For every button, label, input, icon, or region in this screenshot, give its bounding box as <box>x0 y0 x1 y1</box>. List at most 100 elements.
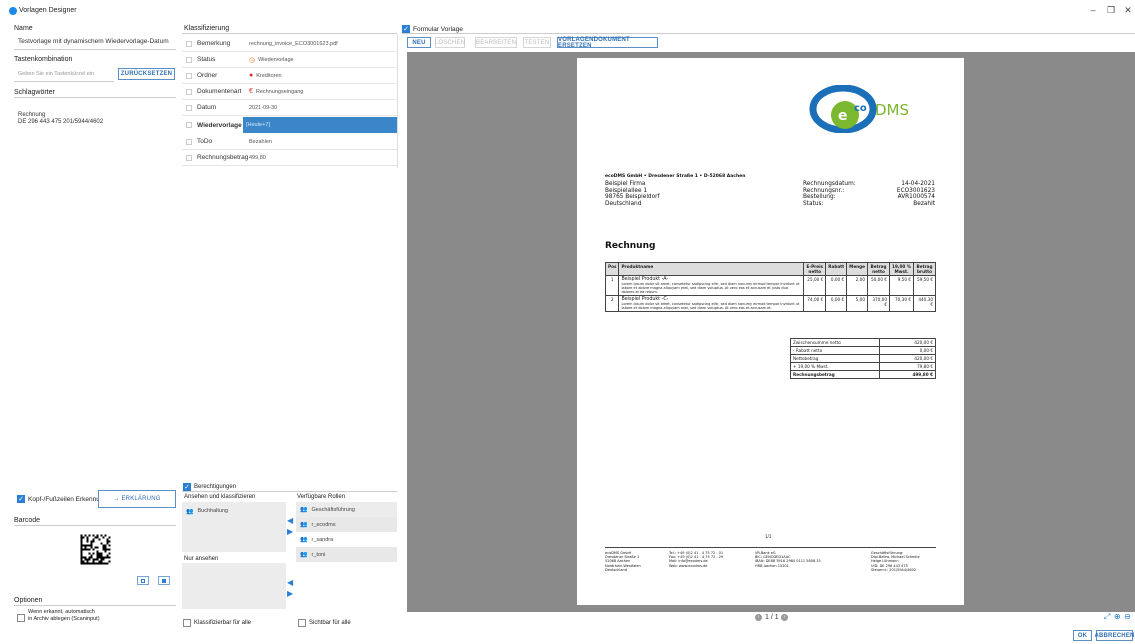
test-button[interactable]: TESTEN <box>523 37 551 48</box>
auto-archive-line-2: in Archiv ablegen (Scaninput) <box>28 616 100 622</box>
table-row: - Rabatt netto 0,00 € <box>790 346 936 355</box>
sender-line: ecoDMS GmbH • Dresdener Straße 1 • D-520… <box>605 174 746 179</box>
table-row: + 19,00 % Mwst. 79,80 € <box>790 362 936 371</box>
list-item[interactable]: 👥 Buchhaltung <box>182 504 286 518</box>
zoom-in-icon[interactable]: ⊕ <box>1114 612 1121 621</box>
next-page-icon[interactable]: › <box>781 614 788 621</box>
barcode-save-button[interactable] <box>158 576 170 585</box>
keywords-divider <box>14 97 176 98</box>
row-key: Datum <box>197 104 217 111</box>
replace-template-button[interactable]: VORLAGENDOKUMENT ERSETZEN <box>557 37 658 49</box>
group-icon: 👥 <box>300 552 308 558</box>
row-value: Kreditoren <box>256 72 282 79</box>
zoom-fit-icon[interactable]: ⤢ <box>1104 612 1110 622</box>
available-roles-list[interactable]: 👥 Geschäftsführung 👥 r_ecodms 👥 r_sandra 👥 r… <box>296 502 397 562</box>
reset-button[interactable]: ZURÜCKSETZEN <box>118 68 175 80</box>
shortcut-field[interactable]: Geben Sie ein Tastenkürzel ein <box>14 66 114 82</box>
maximize-button[interactable]: ❐ <box>1104 5 1118 16</box>
row-key: Status <box>197 56 216 63</box>
header-footer-checkbox[interactable] <box>17 495 25 503</box>
arrow-right-icon[interactable]: ▶ <box>287 589 293 598</box>
row-checkbox[interactable] <box>186 122 192 128</box>
keywords-area[interactable]: Rechnung DE 296 443 475 201/5944/4602 <box>14 100 176 470</box>
zoom-out-icon[interactable]: ⊖ <box>1124 612 1131 621</box>
arrow-left-icon[interactable]: ◀ <box>287 578 293 587</box>
title-bar: Vorlagen Designer – ❐ ✕ <box>0 0 1135 22</box>
cancel-button[interactable]: ABBRECHEN <box>1094 630 1134 641</box>
row-key: Dokumentenart <box>197 88 242 95</box>
classification-header: Klassifizierung <box>184 25 230 32</box>
minimize-button[interactable]: – <box>1086 5 1100 15</box>
classification-row-doctype[interactable]: Dokumentenart € Rechnungseingang <box>182 84 397 100</box>
header-footer-label: Kopf-/Fußzeilen Erkennung <box>28 496 108 503</box>
invoice-title: Rechnung <box>605 241 656 251</box>
row-checkbox[interactable] <box>186 154 192 161</box>
classification-row-remark[interactable]: Bemerkung rechnung_invoice_ECO3001623.pd… <box>182 36 397 52</box>
folder-icon: ● <box>249 72 254 79</box>
edit-button[interactable]: BEARBEITEN <box>475 37 517 48</box>
totals-table: Zwischensumme netto 420,00 € - Rabatt net… <box>790 338 936 379</box>
ok-button[interactable]: OK <box>1073 630 1092 641</box>
name-label: Name <box>14 25 33 32</box>
table-row: 2 Beispiel Produkt -C- Lorem ipsum dolor … <box>604 295 936 312</box>
row-checkbox[interactable] <box>186 72 192 79</box>
form-template-checkbox[interactable] <box>402 25 410 33</box>
row-value: Bezahlen <box>249 138 272 145</box>
classification-row-date[interactable]: Datum 2021-09-30 <box>182 100 397 116</box>
permissions-label: Berechtigungen <box>194 484 237 490</box>
row-key: Rechnungsbetrag <box>197 154 249 161</box>
form-divider <box>402 33 1135 34</box>
row-key: Bemerkung <box>197 40 231 47</box>
row-checkbox[interactable] <box>186 104 192 111</box>
prev-page-icon[interactable]: ‹ <box>755 614 762 621</box>
view-only-list[interactable] <box>182 563 286 609</box>
visible-all-checkbox[interactable] <box>298 619 306 627</box>
view-only-label: Nur ansehen <box>184 556 219 562</box>
group-icon: 👥 <box>300 507 308 513</box>
row-value: 2021-09-30 <box>249 104 278 111</box>
euro-icon: € <box>249 88 253 95</box>
resubmission-value-field[interactable]: [Heute+7] <box>243 117 397 133</box>
name-field[interactable]: Testvorlage mit dynamischem Wiedervorlag… <box>14 34 176 50</box>
arrow-right-icon[interactable]: ▶ <box>287 527 293 536</box>
auto-archive-line-1: Wenn erkannt, automatisch <box>28 609 95 615</box>
group-icon: 👥 <box>300 522 308 528</box>
row-checkbox[interactable] <box>186 40 192 47</box>
list-item[interactable]: 👥 r_toni <box>296 547 397 562</box>
explain-button[interactable]: → ERKLÄRUNG <box>98 490 176 508</box>
available-roles-label: Verfügbare Rollen <box>297 494 346 500</box>
auto-archive-checkbox[interactable] <box>17 614 25 622</box>
classification-row-amount[interactable]: Rechnungsbetrag 499,80 <box>182 150 397 166</box>
close-button[interactable]: ✕ <box>1121 5 1135 16</box>
classification-row-todo[interactable]: ToDo Bezahlen <box>182 134 397 150</box>
page-indicator: 1 / 1 <box>765 614 779 621</box>
classifiable-all-checkbox[interactable] <box>183 619 191 627</box>
row-checkbox[interactable] <box>186 88 192 95</box>
delete-button[interactable]: LÖSCHEN <box>435 37 465 48</box>
row-checkbox[interactable] <box>186 56 192 63</box>
view-classify-list[interactable]: 👥 Buchhaltung <box>182 502 286 552</box>
classification-row-status[interactable]: Status ◷ Wiedervorlage <box>182 52 397 68</box>
table-row: Nettobetrag 420,00 € <box>790 354 936 363</box>
footer-col-4: Geschäftsführung: Dipl-Betrw. Michael Sch… <box>871 551 920 572</box>
arrow-left-icon[interactable]: ◀ <box>287 516 293 525</box>
keyword-line-1: Rechnung <box>18 112 46 118</box>
row-key: ToDo <box>197 138 213 145</box>
logo-text-eco: co <box>854 103 867 114</box>
items-table: Pos Produktname E-Preis netto Rabatt Men… <box>604 262 936 312</box>
copy-icon <box>141 579 145 583</box>
row-checkbox[interactable] <box>186 138 192 145</box>
keyword-line-2: DE 296 443 475 201/5944/4602 <box>18 119 104 125</box>
list-item[interactable]: 👥 Geschäftsführung <box>296 502 397 517</box>
new-button[interactable]: NEU <box>407 37 431 48</box>
invoice-meta-values: 14-04-2021 ECO3001623 AVR1000574 Bezahlt <box>896 181 935 207</box>
recipient-address: Beispiel Firma Beispielallee 1 98765 Bei… <box>605 181 660 207</box>
permissions-checkbox[interactable] <box>183 483 191 491</box>
row-value: [Heute+7] <box>246 122 271 128</box>
barcode-copy-button[interactable] <box>137 576 149 585</box>
window-title: Vorlagen Designer <box>19 7 77 14</box>
classification-row-folder[interactable]: Ordner ● Kreditoren <box>182 68 397 84</box>
view-classify-label: Ansehen und klassifizieren <box>184 494 256 500</box>
list-item[interactable]: 👥 r_ecodms <box>296 517 397 532</box>
list-item[interactable]: 👥 r_sandra <box>296 532 397 547</box>
